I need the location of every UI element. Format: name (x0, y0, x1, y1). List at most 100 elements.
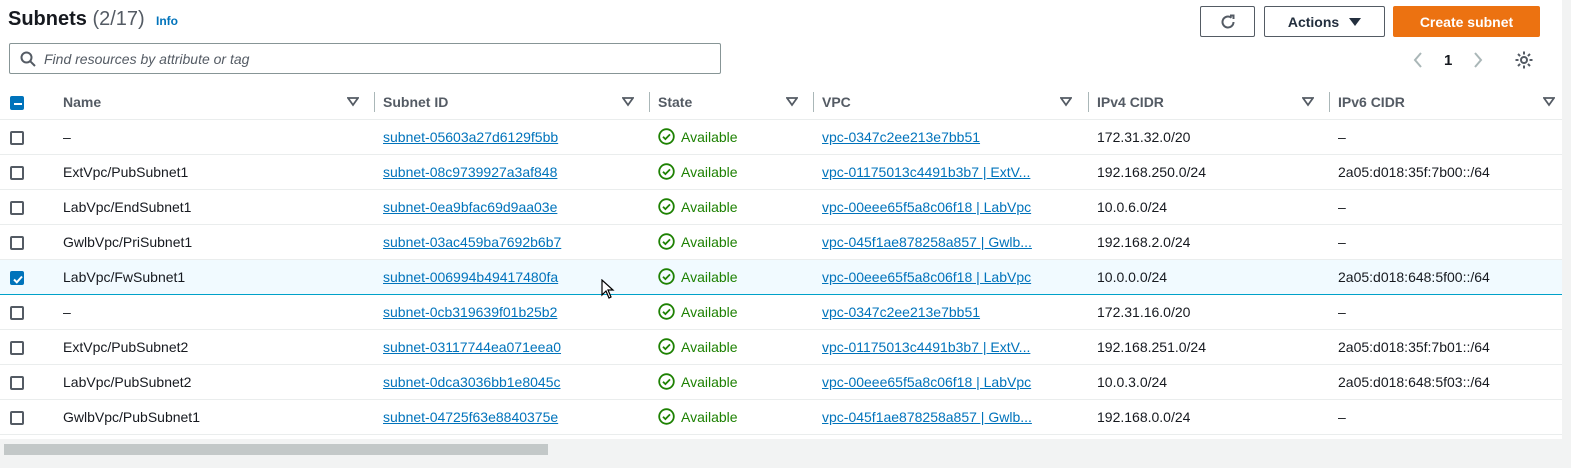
column-header-state[interactable]: State (650, 85, 814, 120)
cell-ipv4-cidr: 192.168.2.0/24 (1089, 224, 1330, 260)
cell-subnet-id: subnet-08c9739927a3af848 (375, 154, 650, 190)
row-select-cell[interactable] (0, 364, 55, 400)
row-select-cell[interactable] (0, 119, 55, 155)
table-row[interactable]: GwlbVpc/PriSubnet1 subnet-03ac459ba7692b6… (0, 224, 1562, 260)
current-page-number[interactable]: 1 (1444, 48, 1452, 72)
subnet-id-link[interactable]: subnet-006994b49417480fa (383, 269, 558, 285)
cell-subnet-id: subnet-0dca3036bb1e8045c (375, 364, 650, 400)
select-all-checkbox[interactable] (10, 95, 24, 110)
cell-ipv4-cidr: 172.31.32.0/20 (1089, 119, 1330, 155)
row-checkbox[interactable] (10, 375, 24, 390)
minus-icon (14, 102, 22, 105)
cell-subnet-id: subnet-05603a27d6129f5bb (375, 119, 650, 155)
cell-subnet-id: subnet-03ac459ba7692b6b7 (375, 224, 650, 260)
vpc-link[interactable]: vpc-00eee65f5a8c06f18 | LabVpc (822, 374, 1031, 390)
table-row[interactable]: LabVpc/PubSubnet2 subnet-0dca3036bb1e8045… (0, 364, 1562, 400)
vpc-link[interactable]: vpc-00eee65f5a8c06f18 | LabVpc (822, 269, 1031, 285)
cell-subnet-id: subnet-0ea9bfac69d9aa03e (375, 189, 650, 225)
column-header-vpc[interactable]: VPC (814, 85, 1089, 120)
row-select-cell[interactable] (0, 329, 55, 365)
subnet-id-link[interactable]: subnet-0dca3036bb1e8045c (383, 374, 561, 390)
cell-ipv6-cidr: 2a05:d018:35f:7b00::/64 (1330, 154, 1562, 190)
cell-ipv6-cidr: 2a05:d018:648:5f03::/64 (1330, 364, 1562, 400)
vpc-link[interactable]: vpc-0347c2ee213e7bb51 (822, 304, 980, 320)
cell-subnet-id: subnet-03117744ea071eea0 (375, 329, 650, 365)
row-select-cell[interactable] (0, 189, 55, 225)
cell-state: Available (650, 329, 814, 365)
vpc-link[interactable]: vpc-045f1ae878258a857 | Gwlb... (822, 409, 1032, 425)
sort-caret-icon (786, 97, 798, 107)
vpc-link[interactable]: vpc-00eee65f5a8c06f18 | LabVpc (822, 199, 1031, 215)
row-select-cell[interactable] (0, 224, 55, 260)
row-checkbox[interactable] (10, 165, 24, 180)
next-page-button[interactable] (1472, 48, 1492, 72)
column-header-name[interactable]: Name (55, 85, 375, 120)
table-row[interactable]: GwlbVpc/PubSubnet1 subnet-04725f63e884037… (0, 399, 1562, 435)
row-select-cell[interactable] (0, 294, 55, 330)
cell-ipv6-cidr: – (1330, 189, 1562, 225)
vpc-link[interactable]: vpc-01175013c4491b3b7 | ExtV... (822, 164, 1030, 180)
row-checkbox[interactable] (10, 305, 24, 320)
subnet-id-link[interactable]: subnet-08c9739927a3af848 (383, 164, 557, 180)
table-row[interactable]: – subnet-0cb319639f01b25b2 Available vpc-03… (0, 294, 1562, 330)
subnet-id-link[interactable]: subnet-0cb319639f01b25b2 (383, 304, 557, 320)
chevron-left-icon (1413, 52, 1422, 68)
cell-ipv4-cidr: 192.168.0.0/24 (1089, 399, 1330, 435)
vpc-link[interactable]: vpc-0347c2ee213e7bb51 (822, 129, 980, 145)
row-checkbox[interactable] (10, 270, 24, 285)
row-select-cell[interactable] (0, 258, 55, 295)
subnet-id-link[interactable]: subnet-03117744ea071eea0 (383, 339, 561, 355)
cell-vpc: vpc-00eee65f5a8c06f18 | LabVpc (814, 258, 1089, 295)
selection-count: (2/17) (92, 8, 145, 30)
table-row[interactable]: – subnet-05603a27d6129f5bb Available vpc-03… (0, 119, 1562, 155)
actions-button[interactable]: Actions (1264, 6, 1385, 37)
vertical-scrollbar[interactable] (1562, 0, 1571, 468)
refresh-button[interactable] (1200, 6, 1255, 37)
cell-vpc: vpc-01175013c4491b3b7 | ExtV... (814, 154, 1089, 190)
column-header-subnet-id[interactable]: Subnet ID (375, 85, 650, 120)
table-row[interactable]: ExtVpc/PubSubnet1 subnet-08c9739927a3af84… (0, 154, 1562, 190)
subnet-id-link[interactable]: subnet-03ac459ba7692b6b7 (383, 234, 561, 250)
info-link[interactable]: Info (156, 14, 178, 28)
search-input[interactable] (44, 46, 714, 71)
subnet-id-link[interactable]: subnet-04725f63e8840375e (383, 409, 558, 425)
chevron-right-icon (1474, 52, 1483, 68)
sort-caret-icon (1302, 97, 1314, 107)
subnet-id-link[interactable]: subnet-05603a27d6129f5bb (383, 129, 558, 145)
previous-page-button[interactable] (1412, 48, 1432, 72)
cell-state: Available (650, 364, 814, 400)
sort-caret-icon (1543, 97, 1555, 107)
status-badge: Available (658, 408, 814, 425)
vpc-link[interactable]: vpc-01175013c4491b3b7 | ExtV... (822, 339, 1030, 355)
cell-vpc: vpc-00eee65f5a8c06f18 | LabVpc (814, 364, 1089, 400)
select-all-cell[interactable] (0, 85, 55, 120)
cell-subnet-id: subnet-0cb319639f01b25b2 (375, 294, 650, 330)
cell-ipv6-cidr: – (1330, 399, 1562, 435)
row-checkbox[interactable] (10, 200, 24, 215)
table-row[interactable]: ExtVpc/PubSubnet2 subnet-03117744ea071eea… (0, 329, 1562, 365)
cell-ipv6-cidr: – (1330, 294, 1562, 330)
horizontal-scrollbar-thumb[interactable] (4, 444, 548, 455)
cell-vpc: vpc-00eee65f5a8c06f18 | LabVpc (814, 189, 1089, 225)
search-field[interactable] (9, 43, 721, 74)
row-checkbox[interactable] (10, 235, 24, 250)
row-select-cell[interactable] (0, 154, 55, 190)
row-checkbox[interactable] (10, 130, 24, 145)
table-row[interactable]: LabVpc/EndSubnet1 subnet-0ea9bfac69d9aa03… (0, 189, 1562, 225)
row-checkbox[interactable] (10, 410, 24, 425)
column-header-ipv4-cidr[interactable]: IPv4 CIDR (1089, 85, 1330, 120)
preferences-button[interactable] (1514, 48, 1536, 72)
status-available-icon (658, 128, 675, 145)
create-subnet-button[interactable]: Create subnet (1393, 6, 1540, 37)
status-badge: Available (658, 198, 814, 215)
page-title: Subnets (2/17) (8, 8, 145, 31)
column-header-ipv6-cidr[interactable]: IPv6 CIDR (1330, 85, 1562, 120)
vpc-link[interactable]: vpc-045f1ae878258a857 | Gwlb... (822, 234, 1032, 250)
cell-vpc: vpc-0347c2ee213e7bb51 (814, 294, 1089, 330)
cell-name: ExtVpc/PubSubnet2 (55, 329, 375, 365)
cell-ipv6-cidr: – (1330, 119, 1562, 155)
table-row[interactable]: LabVpc/FwSubnet1 subnet-006994b49417480fa… (0, 258, 1562, 295)
row-checkbox[interactable] (10, 340, 24, 355)
subnet-id-link[interactable]: subnet-0ea9bfac69d9aa03e (383, 199, 557, 215)
row-select-cell[interactable] (0, 399, 55, 435)
